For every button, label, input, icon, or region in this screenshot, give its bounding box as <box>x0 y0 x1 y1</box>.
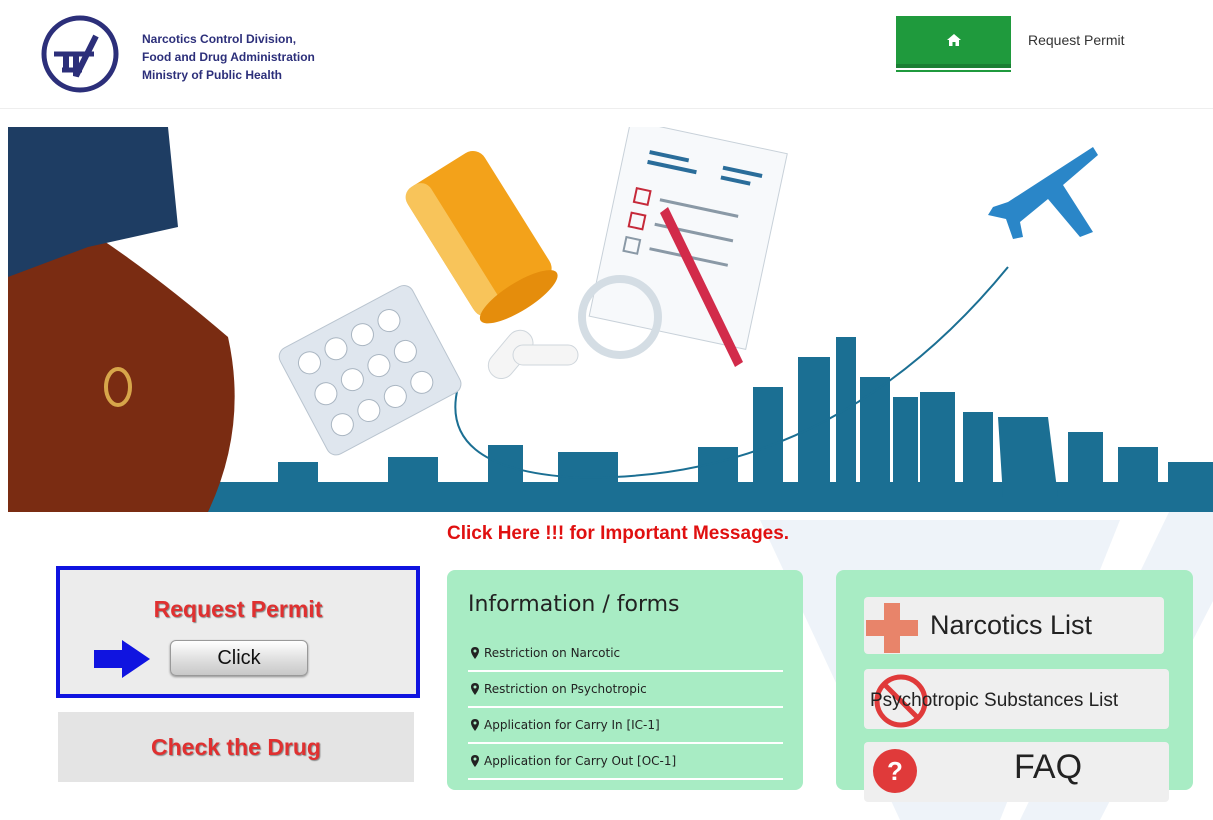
org-line-2: Food and Drug Administration <box>142 50 315 64</box>
site-header: Narcotics Control Division, Food and Dru… <box>0 0 1213 109</box>
lists-panel: Narcotics List Psychotropic Substances L… <box>836 570 1193 802</box>
check-drug-panel[interactable]: Check the Drug <box>58 712 414 782</box>
organization-name: Narcotics Control Division, Food and Dru… <box>142 30 315 84</box>
information-forms-list: Restriction on Narcotic Restriction on P… <box>468 636 783 780</box>
info-link-narcotic[interactable]: Restriction on Narcotic <box>468 636 783 672</box>
request-permit-click-button[interactable]: Click <box>170 640 308 676</box>
map-marker-icon <box>471 683 479 695</box>
faq-label: FAQ <box>1014 748 1083 786</box>
info-link-carry-in[interactable]: Application for Carry In [IC-1] <box>468 708 783 744</box>
information-forms-panel: Information / forms Restriction on Narco… <box>447 570 803 790</box>
info-link-label: Restriction on Narcotic <box>484 646 621 660</box>
request-permit-title: Request Permit <box>153 596 323 622</box>
home-button[interactable] <box>896 16 1011 72</box>
plus-icon <box>866 603 918 653</box>
information-forms-title: Information / forms <box>468 592 680 617</box>
org-line-3: Ministry of Public Health <box>142 68 283 82</box>
request-permit-panel: Request Permit Click <box>56 566 420 698</box>
fda-logo <box>41 15 119 93</box>
nav-request-permit[interactable]: Request Permit <box>1028 32 1124 48</box>
arrow-right-icon <box>94 640 150 678</box>
org-line-1: Narcotics Control Division, <box>142 32 297 46</box>
question-icon: ? <box>873 749 917 793</box>
home-icon <box>946 34 961 46</box>
info-link-label: Application for Carry Out [OC-1] <box>484 754 677 768</box>
map-marker-icon <box>471 647 479 659</box>
psychotropic-list-label: Psychotropic Substances List <box>870 690 1119 711</box>
faq-tile[interactable]: ? FAQ <box>864 742 1169 802</box>
info-link-label: Restriction on Psychotropic <box>484 682 647 696</box>
psychotropic-list-tile[interactable]: Psychotropic Substances List <box>864 669 1169 729</box>
narcotics-list-tile[interactable]: Narcotics List <box>864 597 1164 654</box>
info-link-psychotropic[interactable]: Restriction on Psychotropic <box>468 672 783 708</box>
map-marker-icon <box>471 755 479 767</box>
map-marker-icon <box>471 719 479 731</box>
narcotics-list-label: Narcotics List <box>930 610 1093 640</box>
info-link-label: Application for Carry In [IC-1] <box>484 718 660 732</box>
info-link-carry-out[interactable]: Application for Carry Out [OC-1] <box>468 744 783 780</box>
svg-text:?: ? <box>887 756 903 786</box>
check-drug-title: Check the Drug <box>151 734 321 760</box>
hero-banner <box>8 127 1213 512</box>
important-messages-link[interactable]: Click Here !!! for Important Messages. <box>447 523 789 545</box>
